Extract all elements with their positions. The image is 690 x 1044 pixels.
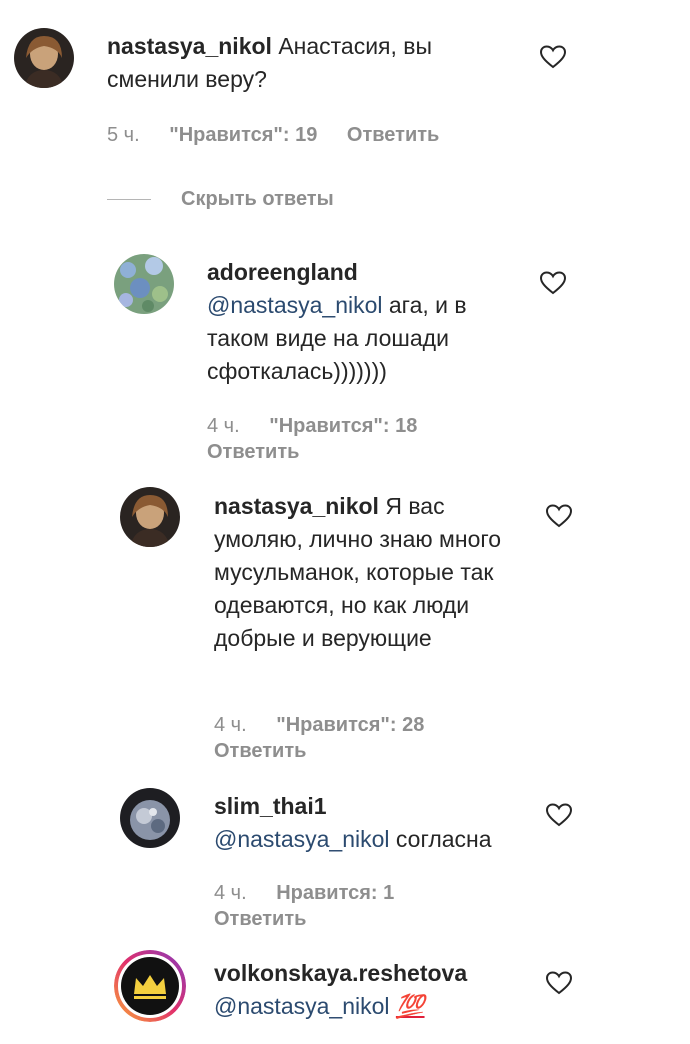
comment-time: 4 ч. bbox=[207, 415, 240, 437]
avatar[interactable] bbox=[120, 487, 180, 547]
comment-meta: 4 ч. Нравится: 1 Ответить bbox=[214, 880, 544, 932]
reply-button[interactable]: Ответить bbox=[214, 908, 306, 930]
heart-outline-icon[interactable] bbox=[546, 971, 572, 995]
reply-button[interactable]: Ответить bbox=[347, 124, 439, 146]
mention-link[interactable]: @nastasya_nikol bbox=[207, 292, 383, 318]
avatar[interactable] bbox=[114, 950, 186, 1022]
avatar[interactable] bbox=[120, 788, 180, 848]
comment-time: 4 ч. bbox=[214, 882, 247, 904]
divider-line bbox=[107, 199, 151, 200]
username[interactable]: adoreengland bbox=[207, 256, 507, 289]
heart-outline-icon[interactable] bbox=[540, 271, 566, 295]
like-count[interactable]: "Нравится": 28 bbox=[276, 714, 424, 736]
reply-button[interactable]: Ответить bbox=[214, 740, 306, 762]
comment-body: adoreengland @nastasya_nikol ага, и в та… bbox=[207, 256, 507, 388]
avatar[interactable] bbox=[14, 28, 74, 88]
username[interactable]: nastasya_nikol bbox=[107, 33, 272, 59]
comment-body: slim_thai1 @nastasya_nikol согласна bbox=[214, 790, 534, 856]
hundred-points-icon: 💯 bbox=[395, 993, 425, 1019]
comment-meta: 5 ч. "Нравится": 19 Ответить bbox=[107, 122, 463, 148]
username[interactable]: nastasya_nikol bbox=[214, 493, 379, 519]
like-count[interactable]: "Нравится": 19 bbox=[169, 124, 317, 146]
mention-link[interactable]: @nastasya_nikol bbox=[214, 993, 390, 1019]
mention-link[interactable]: @nastasya_nikol bbox=[214, 826, 390, 852]
username[interactable]: slim_thai1 bbox=[214, 790, 534, 823]
comment-body: nastasya_nikol Я вас умоляю, лично знаю … bbox=[214, 490, 514, 655]
username[interactable]: volkonskaya.reshetova bbox=[214, 957, 534, 990]
comment-text: согласна bbox=[395, 826, 492, 852]
heart-outline-icon[interactable] bbox=[546, 803, 572, 827]
comment-body: nastasya_nikol Анастасия, вы сменили вер… bbox=[107, 30, 497, 96]
heart-outline-icon[interactable] bbox=[540, 45, 566, 69]
comment-time: 5 ч. bbox=[107, 124, 140, 146]
comment-meta: 4 ч. "Нравится": 18 Ответить bbox=[207, 413, 537, 465]
comment-time: 4 ч. bbox=[214, 714, 247, 736]
comment-meta: 4 ч. "Нравится": 28 Ответить bbox=[214, 712, 544, 764]
heart-outline-icon[interactable] bbox=[546, 504, 572, 528]
hide-replies-label[interactable]: Скрыть ответы bbox=[181, 185, 334, 213]
avatar[interactable] bbox=[114, 254, 174, 314]
comment-body: volkonskaya.reshetova @nastasya_nikol 💯 bbox=[214, 957, 534, 1023]
like-count[interactable]: Нравится: 1 bbox=[276, 882, 394, 904]
like-count[interactable]: "Нравится": 18 bbox=[269, 415, 417, 437]
reply-button[interactable]: Ответить bbox=[207, 441, 299, 463]
